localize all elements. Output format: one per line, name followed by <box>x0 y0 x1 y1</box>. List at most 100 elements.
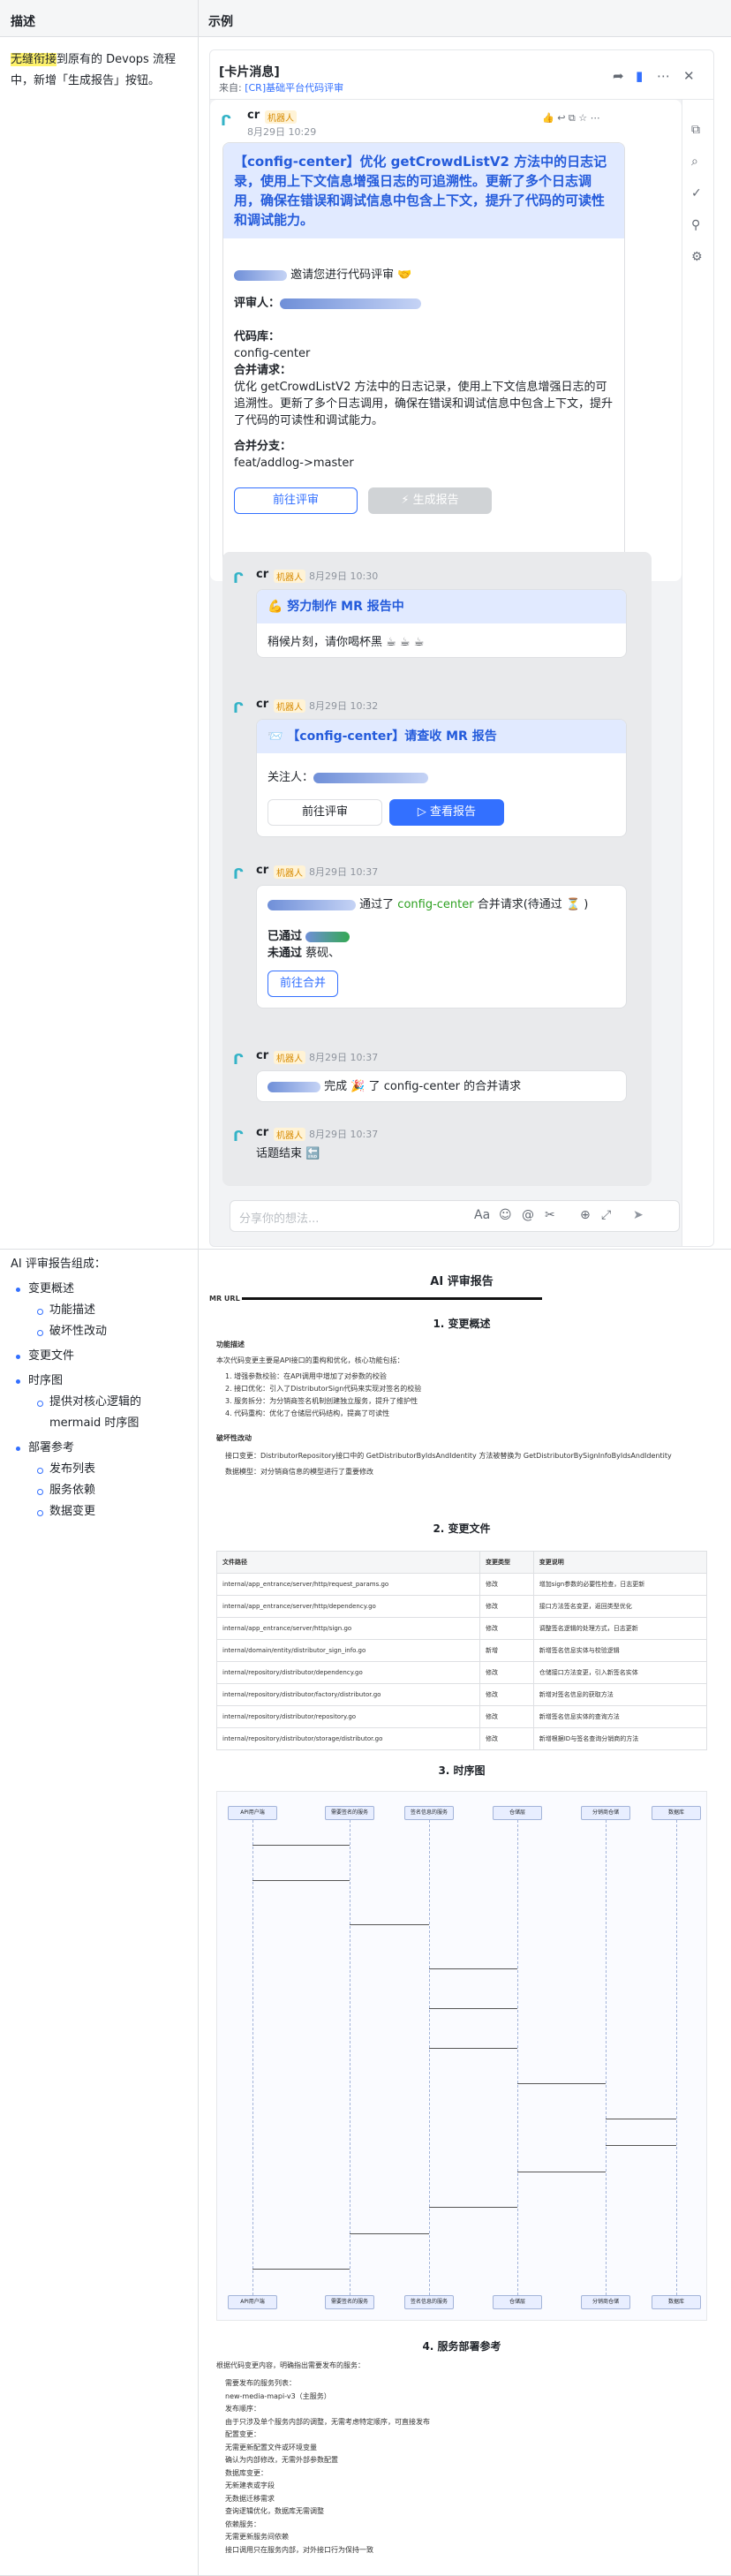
participant-box: API用户端 <box>228 2295 277 2309</box>
add-icon[interactable]: ⊕ <box>580 1208 591 1222</box>
table-cell: internal/app_entrance/server/http/depend… <box>216 1595 480 1618</box>
table-cell: internal/repository/distributor/dependen… <box>216 1661 480 1684</box>
follow-line: 关注人： <box>268 769 429 786</box>
report-title: AI 评审报告 <box>430 1275 494 1288</box>
topic-end-text: 话题结束 🔚 <box>256 1147 320 1160</box>
breaking-list: 接口变更：DistributorRepository接口中的 GetDistri… <box>225 1448 702 1480</box>
bot-badge: 机器人 <box>274 1051 305 1064</box>
participant-box: 需要签名的服务 <box>325 2295 374 2309</box>
table-cell: 修改 <box>479 1727 534 1750</box>
branch-label: 合并分支： <box>234 440 292 453</box>
list-item: 服务依赖 <box>11 1480 187 1501</box>
reaction-icon[interactable]: 👍 ↩ ⧉ ☆ ⋯ <box>542 112 600 125</box>
more-icon[interactable]: ⋯ <box>657 68 670 84</box>
message-time: 8月29日 10:37 <box>309 1052 379 1063</box>
card-header: 📨 【config-center】请查收 MR 报告 <box>257 720 626 753</box>
scissors-icon[interactable]: ✂ <box>545 1208 555 1222</box>
report-ready-card: 📨 【config-center】请查收 MR 报告 关注人： 前往评审 ▷ 查… <box>256 719 627 837</box>
row-divider <box>0 1249 731 1250</box>
card-header: 💪 努力制作 MR 报告中 <box>257 590 626 623</box>
message-input[interactable]: 分享你的想法... Aa ☺ @ ✂ ⊕ ⤢ ➤ <box>230 1200 680 1232</box>
sequence-message <box>429 2207 517 2208</box>
report-list-item: 由于只涉及单个服务内部的调整，无需考虑特定顺序，可直接发布 <box>225 2417 430 2426</box>
complete-text: 完成 🎉 了 config-center 的合并请求 <box>324 1080 522 1093</box>
bot-badge: 机器人 <box>274 865 305 879</box>
table-header-cell: 变更说明 <box>532 1551 708 1574</box>
right-toolbar: ⧉ ⌕ ✓ ⚲ ⚙ <box>682 100 713 1246</box>
message-6: ᒋ cr 机器人 8月29日 10:37 话题结束 🔚 <box>210 1119 682 1172</box>
message-time: 8月29日 10:29 <box>247 126 317 138</box>
function-list: 1. 增强参数校验：在API调用中增加了对参数的校验 2. 接口优化：引入了Dis… <box>225 1371 421 1420</box>
go-review-button[interactable]: 前往评审 <box>234 487 358 514</box>
reviewer-line: 评审人： <box>234 295 422 312</box>
report-list-item: 数据库变更： <box>225 2468 268 2477</box>
table-row: internal/domain/entity/distributor_sign_… <box>216 1639 708 1662</box>
search-icon[interactable]: ⌕ <box>691 155 698 169</box>
sequence-message <box>606 2145 676 2146</box>
ai-report: AI 评审报告 MR URL 1. 变更概述 功能描述 本次代码变更主要是API… <box>209 1259 714 2575</box>
source-prefix: 来自: <box>219 82 245 94</box>
text-format-icon[interactable]: Aa <box>474 1208 490 1222</box>
message-3: ᒋ cr 机器人 8月29日 10:32 📨 【config-center】请查… <box>210 691 682 837</box>
table-cell: 接口方法签名变更，返回类型优化 <box>532 1595 708 1618</box>
input-placeholder: 分享你的想法... <box>239 1212 320 1226</box>
column-divider <box>198 0 199 2576</box>
sequence-message <box>517 2083 606 2084</box>
participant-box: 签名信息的服务 <box>404 1806 454 1820</box>
sender-name: cr <box>256 1049 269 1062</box>
message-time: 8月29日 10:30 <box>309 570 379 582</box>
repo-name: config-center <box>397 898 474 911</box>
sender-name: cr <box>256 698 269 711</box>
table-row: internal/repository/distributor/reposito… <box>216 1705 708 1728</box>
merge-text: 优化 getCrowdListV2 方法中的日志记录，使用上下文信息增强日志的可… <box>234 381 614 427</box>
go-merge-button[interactable]: 前往合并 <box>268 971 338 997</box>
participant-box: 签名信息的服务 <box>404 2295 454 2309</box>
emoji-icon[interactable]: ☺ <box>499 1208 512 1222</box>
bookmark-icon[interactable]: ▮ <box>636 68 643 84</box>
repo-label: 代码库： <box>234 330 281 344</box>
report-list-item: 发布顺序： <box>225 2405 260 2413</box>
share-icon[interactable]: ➦ <box>613 68 624 84</box>
table-cell: internal/repository/distributor/factory/… <box>216 1683 480 1706</box>
card-header: 【config-center】优化 getCrowdListV2 方法中的日志记… <box>223 143 624 238</box>
report-list-item: 1. 增强参数校验：在API调用中增加了对参数的校验 <box>225 1372 387 1380</box>
merge-label: 合并请求： <box>234 364 292 377</box>
list-item: 变更概述 <box>11 1279 187 1300</box>
close-icon[interactable]: ✕ <box>683 68 695 84</box>
copy-icon[interactable]: ⧉ <box>691 123 700 137</box>
send-icon[interactable]: ➤ <box>633 1208 644 1222</box>
message-4: ᒋ cr 机器人 8月29日 10:37 通过了 config-center 合… <box>210 857 682 1008</box>
generate-report-button[interactable]: ⚡ 生成报告 <box>368 487 492 514</box>
row2-description: AI 评审报告组成： 变更概述 功能描述 破坏性改动 变更文件 时序图 提供对核心逻辑的 … <box>11 1254 187 1522</box>
table-cell: 新增根据ID与签名查询分销商的方法 <box>532 1727 708 1750</box>
passed-line: 已通过 <box>268 928 350 945</box>
rejected-line: 未通过 蔡砚、 <box>268 945 340 962</box>
report-list-item: 依赖服务： <box>225 2519 260 2528</box>
go-review-button[interactable]: 前往评审 <box>268 799 382 826</box>
expand-icon[interactable]: ⤢ <box>601 1208 611 1222</box>
source-link[interactable]: [CR]基础平台代码评审 <box>245 82 343 94</box>
view-report-button[interactable]: ▷ 查看报告 <box>389 799 504 826</box>
lifeline <box>606 1820 607 2295</box>
gear-icon[interactable]: ⚙ <box>691 250 703 264</box>
complete-line: 完成 🎉 了 config-center 的合并请求 <box>268 1078 521 1095</box>
sequence-message <box>429 2008 517 2009</box>
invite-text: 邀请您进行代码评审 🤝 <box>290 268 412 282</box>
report-list-item: 需要发布的服务列表： <box>225 2379 296 2387</box>
table-cell: internal/repository/distributor/reposito… <box>216 1705 480 1728</box>
table-cell: 增加sign参数的必要性检查，日志更新 <box>532 1573 708 1596</box>
report-components-list: 变更概述 功能描述 破坏性改动 变更文件 时序图 提供对核心逻辑的 mermaid 时序图… <box>11 1279 187 1522</box>
table-row: internal/repository/distributor/dependen… <box>216 1661 708 1684</box>
report-list-item: 配置变更： <box>225 2430 260 2438</box>
rejected-label: 未通过 <box>268 947 303 960</box>
check-icon[interactable]: ✓ <box>691 186 702 200</box>
table-row: internal/repository/distributor/factory/… <box>216 1683 708 1706</box>
sender-name: cr <box>256 568 269 581</box>
rejected-value: 蔡砚、 <box>305 947 341 960</box>
pin-icon[interactable]: ⚲ <box>691 218 700 232</box>
participant-box: 数据库 <box>652 2295 701 2309</box>
table-cell: 修改 <box>479 1617 534 1640</box>
mention-icon[interactable]: @ <box>522 1208 534 1222</box>
section-1-title: 1. 变更概述 <box>433 1318 491 1330</box>
report-list-item: 无需更新服务间依赖 <box>225 2533 289 2541</box>
